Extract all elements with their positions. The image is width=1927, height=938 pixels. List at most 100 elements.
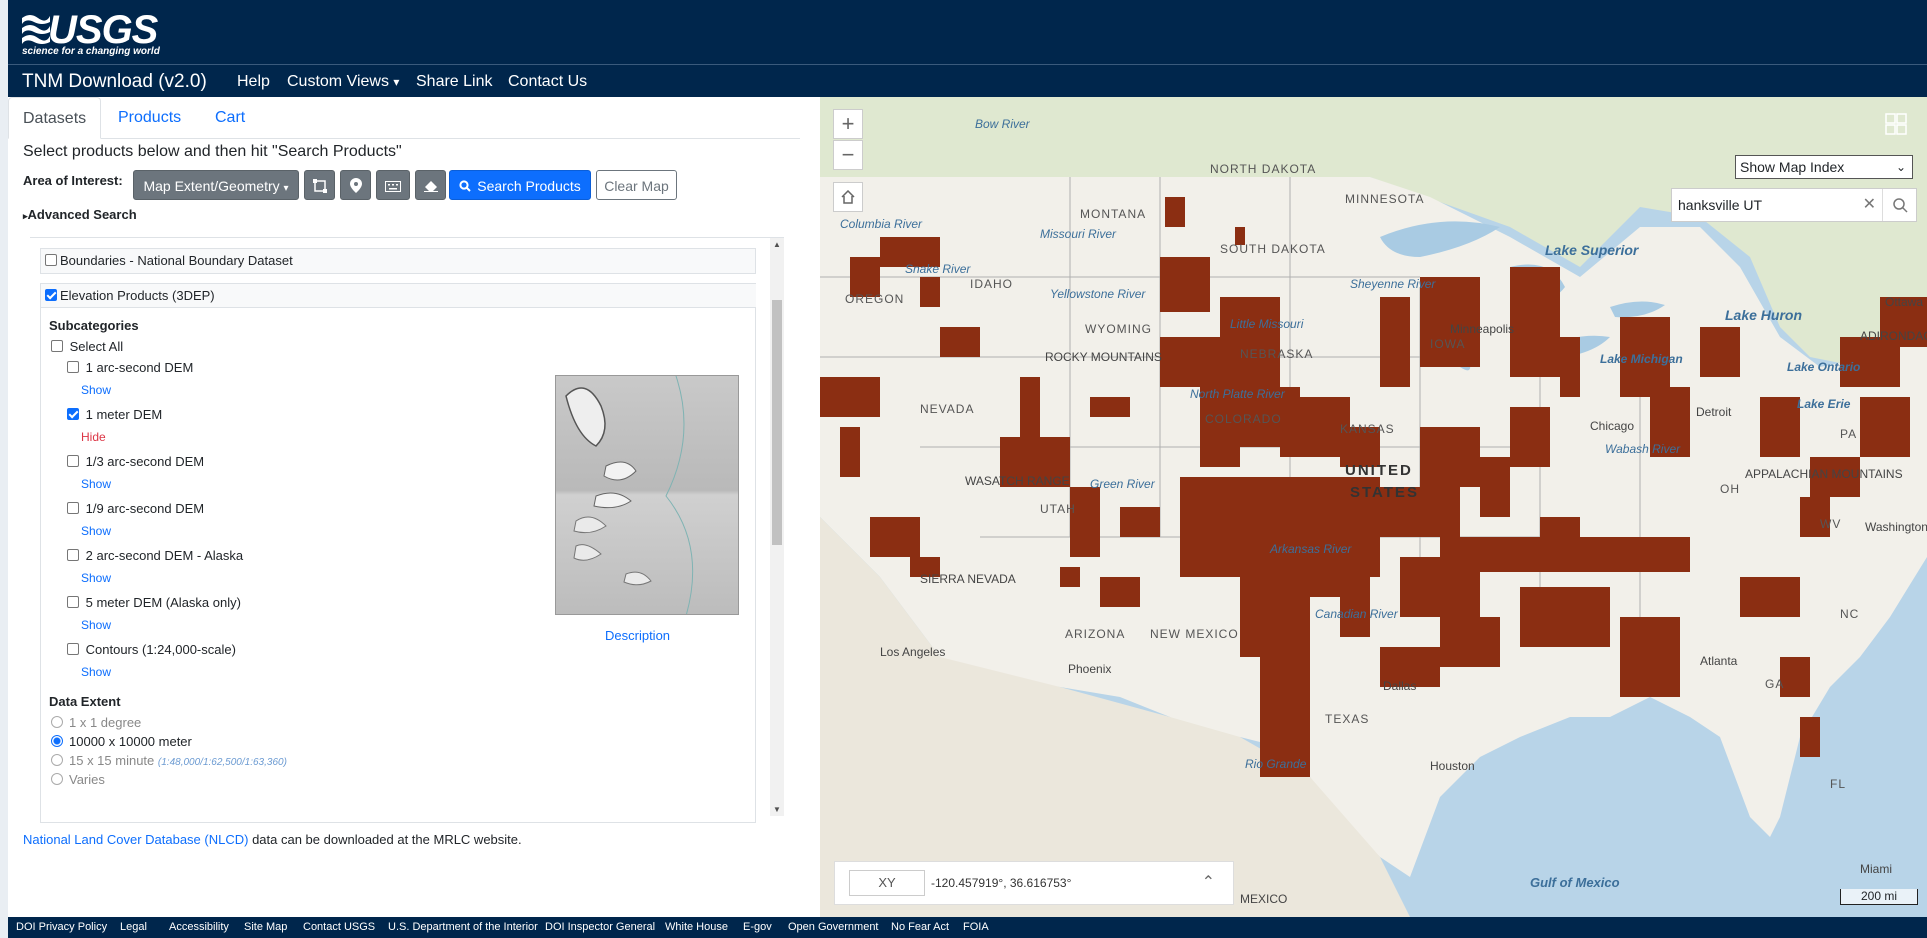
extent-radio[interactable] xyxy=(51,716,63,728)
subcategory-1-3-arc-second[interactable]: 1/3 arc-second DEM xyxy=(67,450,204,474)
subcategory-5-meter-alaska[interactable]: 5 meter DEM (Alaska only) xyxy=(67,591,241,615)
hide-toggle[interactable]: Hide xyxy=(81,425,106,449)
nav-help[interactable]: Help xyxy=(237,73,270,91)
tab-datasets[interactable]: Datasets xyxy=(8,97,102,139)
basemap-gallery-button[interactable] xyxy=(1885,113,1911,139)
map-label: Bow River xyxy=(975,117,1030,131)
footer-link[interactable]: FOIA xyxy=(963,921,989,933)
show-toggle[interactable]: Show xyxy=(81,519,111,543)
chevron-up-icon[interactable]: ⌃ xyxy=(1202,872,1215,892)
footer-link[interactable]: Accessibility xyxy=(169,921,229,933)
draw-box-button[interactable] xyxy=(304,170,335,200)
footer-link[interactable]: Legal xyxy=(120,921,147,933)
map-label: Sheyenne River xyxy=(1350,277,1436,291)
footer-link[interactable]: Open Government xyxy=(788,921,879,933)
usgs-logo[interactable]: USGS science for a changing world xyxy=(20,6,160,58)
point-button[interactable] xyxy=(340,170,371,200)
subcategory-checkbox[interactable] xyxy=(67,361,79,373)
map-label: Arkansas River xyxy=(1270,542,1352,556)
subcategory-2-arc-second-alaska[interactable]: 2 arc-second DEM - Alaska xyxy=(67,544,243,568)
footer-link[interactable]: DOI Privacy Policy xyxy=(16,921,107,933)
footer-link[interactable]: E-gov xyxy=(743,921,772,933)
dataset-list-scrollbar[interactable]: ▲ ▼ xyxy=(770,238,784,816)
nav-share-link[interactable]: Share Link xyxy=(416,73,493,91)
nav-custom-views[interactable]: Custom Views ▾ xyxy=(287,73,399,91)
scrollbar-thumb[interactable] xyxy=(772,300,782,545)
footer-link[interactable]: U.S. Department of the Interior xyxy=(388,921,538,933)
aoi-dropdown[interactable]: Map Extent/Geometry ▾ xyxy=(133,170,299,200)
map-pin-icon xyxy=(349,178,362,193)
subcategory-label: 1 meter DEM xyxy=(85,407,163,422)
nav-contact-us[interactable]: Contact Us xyxy=(508,73,587,91)
advanced-search-toggle[interactable]: ▸Advanced Search xyxy=(23,207,137,222)
subcategory-label: 1 arc-second DEM xyxy=(85,360,194,375)
eraser-button[interactable] xyxy=(415,170,446,200)
map-label: MINNESOTA xyxy=(1345,192,1425,206)
footer-link[interactable]: No Fear Act xyxy=(891,921,949,933)
nlcd-link[interactable]: National Land Cover Database (NLCD) xyxy=(23,832,248,847)
subcategory-checkbox[interactable] xyxy=(67,408,79,420)
extent-label: Varies xyxy=(69,772,105,787)
map-label: Lake Michigan xyxy=(1600,352,1683,366)
map-city-label: Ottawa xyxy=(1885,295,1924,309)
map-label: Green River xyxy=(1090,477,1155,491)
subcategory-1-9-arc-second[interactable]: 1/9 arc-second DEM xyxy=(67,497,204,521)
keyboard-entry-button[interactable] xyxy=(376,170,410,200)
map-index-select[interactable]: Show Map Index ⌄ xyxy=(1735,155,1913,179)
eraser-icon xyxy=(423,181,438,192)
cursor-coordinates: -120.457919°, 36.616753° xyxy=(931,876,1072,890)
select-all-box[interactable] xyxy=(51,340,63,352)
subcategory-1-arc-second[interactable]: 1 arc-second DEM xyxy=(67,356,193,380)
search-icon[interactable] xyxy=(1882,189,1916,221)
show-toggle[interactable]: Show xyxy=(81,613,111,637)
description-link[interactable]: Description xyxy=(605,624,670,648)
show-toggle[interactable]: Show xyxy=(81,566,111,590)
search-products-button[interactable]: Search Products xyxy=(449,170,591,200)
zoom-in-button[interactable]: + xyxy=(833,109,863,139)
subcategory-checkbox[interactable] xyxy=(67,502,79,514)
category-elevation-header[interactable]: Elevation Products (3DEP) xyxy=(41,284,756,308)
clear-search-icon[interactable]: ✕ xyxy=(1863,189,1876,221)
tab-cart[interactable]: Cart xyxy=(201,97,259,139)
extent-radio[interactable] xyxy=(51,773,63,785)
home-button[interactable] xyxy=(833,182,863,212)
subcategory-checkbox[interactable] xyxy=(67,643,79,655)
extent-label: 15 x 15 minute xyxy=(69,753,155,768)
subcategory-checkbox[interactable] xyxy=(67,455,79,467)
subcategory-1-meter[interactable]: 1 meter DEM xyxy=(67,403,162,427)
scroll-down-icon[interactable]: ▼ xyxy=(773,805,781,814)
subcategory-checkbox[interactable] xyxy=(67,549,79,561)
category-elevation-checkbox[interactable] xyxy=(45,289,57,301)
map-city-label: Washington xyxy=(1865,520,1927,534)
xy-format-toggle[interactable]: XY xyxy=(849,870,925,896)
datasets-panel: Datasets Products Cart Select products b… xyxy=(8,97,820,917)
app-title[interactable]: TNM Download (v2.0) xyxy=(22,71,207,93)
category-boundaries-checkbox[interactable] xyxy=(45,254,57,266)
map-view[interactable]: NORTH DAKOTA MINNESOTA MONTANA SOUTH DAK… xyxy=(820,97,1927,917)
extent-radio[interactable] xyxy=(51,735,63,747)
footer-link[interactable]: Site Map xyxy=(244,921,287,933)
dem-preview-image xyxy=(555,375,739,615)
show-toggle[interactable]: Show xyxy=(81,472,111,496)
subcategory-checkbox[interactable] xyxy=(67,596,79,608)
zoom-out-button[interactable]: − xyxy=(833,140,863,170)
home-icon xyxy=(841,189,855,204)
map-label: IDAHO xyxy=(970,277,1014,291)
footer-link[interactable]: White House xyxy=(665,921,728,933)
scroll-up-icon[interactable]: ▲ xyxy=(773,240,781,249)
clear-map-button[interactable]: Clear Map xyxy=(596,170,677,200)
show-toggle[interactable]: Show xyxy=(81,378,111,402)
subcategory-contours[interactable]: Contours (1:24,000-scale) xyxy=(67,638,236,662)
subcategory-label: 1/9 arc-second DEM xyxy=(85,501,205,516)
tab-products[interactable]: Products xyxy=(104,97,195,139)
show-toggle[interactable]: Show xyxy=(81,660,111,684)
map-label: PA xyxy=(1840,427,1858,441)
extent-option-varies[interactable]: Varies xyxy=(51,768,105,792)
map-label: ROCKY MOUNTAINS xyxy=(1045,350,1162,364)
footer-link[interactable]: DOI Inspector General xyxy=(545,921,655,933)
category-boundaries[interactable]: Boundaries - National Boundary Dataset xyxy=(40,248,756,274)
map-label: OH xyxy=(1720,482,1740,496)
map-search-input[interactable]: hanksville UT ✕ xyxy=(1671,188,1917,222)
extent-radio[interactable] xyxy=(51,754,63,766)
footer-link[interactable]: Contact USGS xyxy=(303,921,375,933)
